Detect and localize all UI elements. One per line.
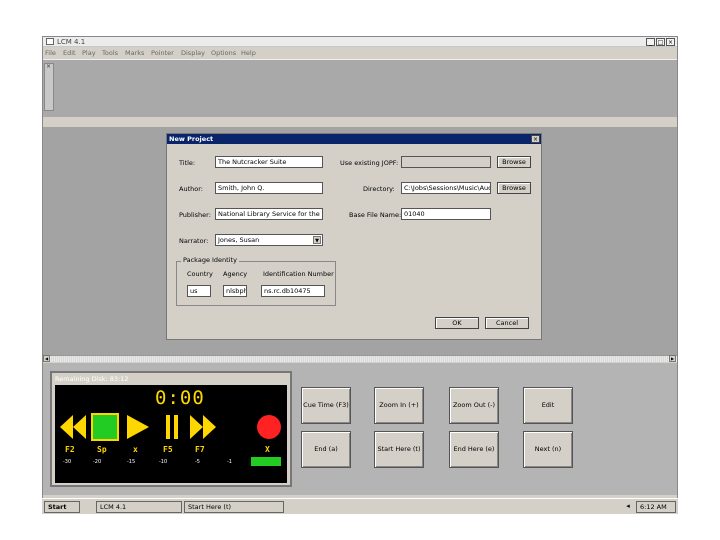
menu-marks[interactable]: Marks [125, 49, 144, 57]
menu-play[interactable]: Play [82, 49, 96, 57]
menu-bar: File Edit Play Tools Marks Pointer Displ… [43, 48, 677, 58]
narrator-select[interactable]: Jones, Susan ▼ [215, 234, 323, 246]
cue-time-button[interactable]: Cue Time (F3) [301, 387, 351, 424]
offset-label: -5 [195, 459, 200, 465]
menu-pointer[interactable]: Pointer [151, 49, 174, 57]
browse-directory-button[interactable]: Browse [497, 182, 531, 194]
fkey-label-pause: F5 [163, 445, 173, 454]
offset-label: -30 [63, 459, 72, 465]
pause-icon[interactable] [158, 413, 186, 441]
side-drag-handle[interactable] [44, 63, 54, 111]
stop-icon[interactable] [255, 413, 283, 441]
title-label: Title: [179, 159, 196, 167]
directory-label: Directory: [363, 185, 395, 193]
scroll-left-icon[interactable]: ◀ [43, 355, 50, 362]
menu-edit[interactable]: Edit [63, 49, 76, 57]
rewind-icon[interactable] [59, 413, 87, 441]
taskbar: Start LCM 4.1 Start Here (t) ◂ 6:12 AM [42, 498, 678, 514]
menu-file[interactable]: File [45, 49, 56, 57]
record-button[interactable] [91, 413, 119, 441]
play-icon[interactable] [123, 413, 151, 441]
window-title: LCM 4.1 [57, 38, 86, 46]
cancel-button[interactable]: Cancel [485, 317, 529, 329]
dialog-title: New Project [167, 134, 541, 144]
end-button[interactable]: End (a) [301, 431, 351, 468]
offset-label: -15 [127, 459, 136, 465]
menu-display[interactable]: Display [181, 49, 205, 57]
clock: 6:12 AM [636, 501, 676, 513]
toolbar-area [43, 59, 677, 117]
offset-label: -20 [93, 459, 102, 465]
fkey-label-stop: X [265, 445, 270, 454]
level-indicator [251, 457, 281, 466]
fkey-label-ff: F7 [195, 445, 205, 454]
start-button[interactable]: Start [44, 501, 80, 513]
identification-field[interactable]: ns.rc.db10475 [261, 285, 325, 297]
taskbar-app-lcm[interactable]: LCM 4.1 [96, 501, 182, 513]
player-panel: Remaining Disk: 83:12 0:00 F2 Sp x F5 F7… [50, 371, 292, 487]
use-existing-label: Use existing JOPF: [340, 159, 399, 167]
menu-tools[interactable]: Tools [102, 49, 118, 57]
jopf-field[interactable] [401, 156, 491, 168]
base-file-field[interactable]: 01040 [401, 208, 491, 220]
country-label: Country [187, 270, 213, 278]
package-identity-group [176, 261, 336, 306]
ok-button[interactable]: OK [435, 317, 479, 329]
menu-help[interactable]: Help [241, 49, 256, 57]
identification-label: Identification Number [263, 270, 334, 278]
horizontal-scrollbar[interactable] [43, 355, 677, 362]
separator-band [43, 117, 677, 127]
taskbar-task[interactable]: Start Here (t) [184, 501, 284, 513]
offset-label: -1 [227, 459, 232, 465]
new-project-dialog: New Project × Title: Author: Publisher: … [166, 133, 542, 340]
base-file-label: Base File Name: [349, 211, 402, 219]
title-field[interactable]: The Nutcracker Suite [215, 156, 323, 168]
author-label: Author: [179, 185, 203, 193]
package-identity-legend: Package Identity [181, 256, 239, 264]
zoom-out-button[interactable]: Zoom Out (-) [449, 387, 499, 424]
remaining-disk-label: Remaining Disk: 83:12 [55, 375, 129, 383]
publisher-label: Publisher: [179, 211, 211, 219]
dialog-close-button[interactable]: × [531, 135, 540, 143]
offset-label: -10 [159, 459, 168, 465]
agency-label: Agency [223, 270, 248, 278]
fast-forward-icon[interactable] [189, 413, 217, 441]
title-bar: LCM 4.1 _ □ × [43, 37, 677, 47]
fkey-label-play: x [133, 445, 138, 454]
browse-jopf-button[interactable]: Browse [497, 156, 531, 168]
scroll-right-icon[interactable]: ▶ [669, 355, 676, 362]
narrator-label: Narrator: [179, 237, 209, 245]
side-close-icon[interactable]: × [46, 63, 51, 70]
app-icon [46, 38, 54, 45]
publisher-field[interactable]: National Library Service for the Blind [215, 208, 323, 220]
close-button[interactable]: × [666, 38, 675, 46]
author-field[interactable]: Smith, John Q. [215, 182, 323, 194]
country-field[interactable]: us [187, 285, 211, 297]
transport-display: 0:00 F2 Sp x F5 F7 X -30 -20 -15 -10 -5 … [55, 385, 287, 483]
start-here-button[interactable]: Start Here (t) [374, 431, 424, 468]
next-button[interactable]: Next (n) [523, 431, 573, 468]
minimize-button[interactable]: _ [646, 38, 655, 46]
edit-button[interactable]: Edit [523, 387, 573, 424]
maximize-button[interactable]: □ [656, 38, 665, 46]
speaker-icon[interactable]: ◂ [622, 501, 634, 511]
chevron-down-icon[interactable]: ▼ [313, 236, 321, 244]
fkey-label-rewind: F2 [65, 445, 75, 454]
end-here-button[interactable]: End Here (e) [449, 431, 499, 468]
zoom-in-button[interactable]: Zoom In (+) [374, 387, 424, 424]
narrator-value: Jones, Susan [218, 236, 260, 244]
time-display: 0:00 [155, 387, 205, 409]
fkey-label-record: Sp [97, 445, 107, 454]
agency-field[interactable]: nlsbph [223, 285, 247, 297]
menu-options[interactable]: Options [211, 49, 236, 57]
directory-field[interactable]: C:\Jobs\Sessions\Music\Audio [401, 182, 491, 194]
